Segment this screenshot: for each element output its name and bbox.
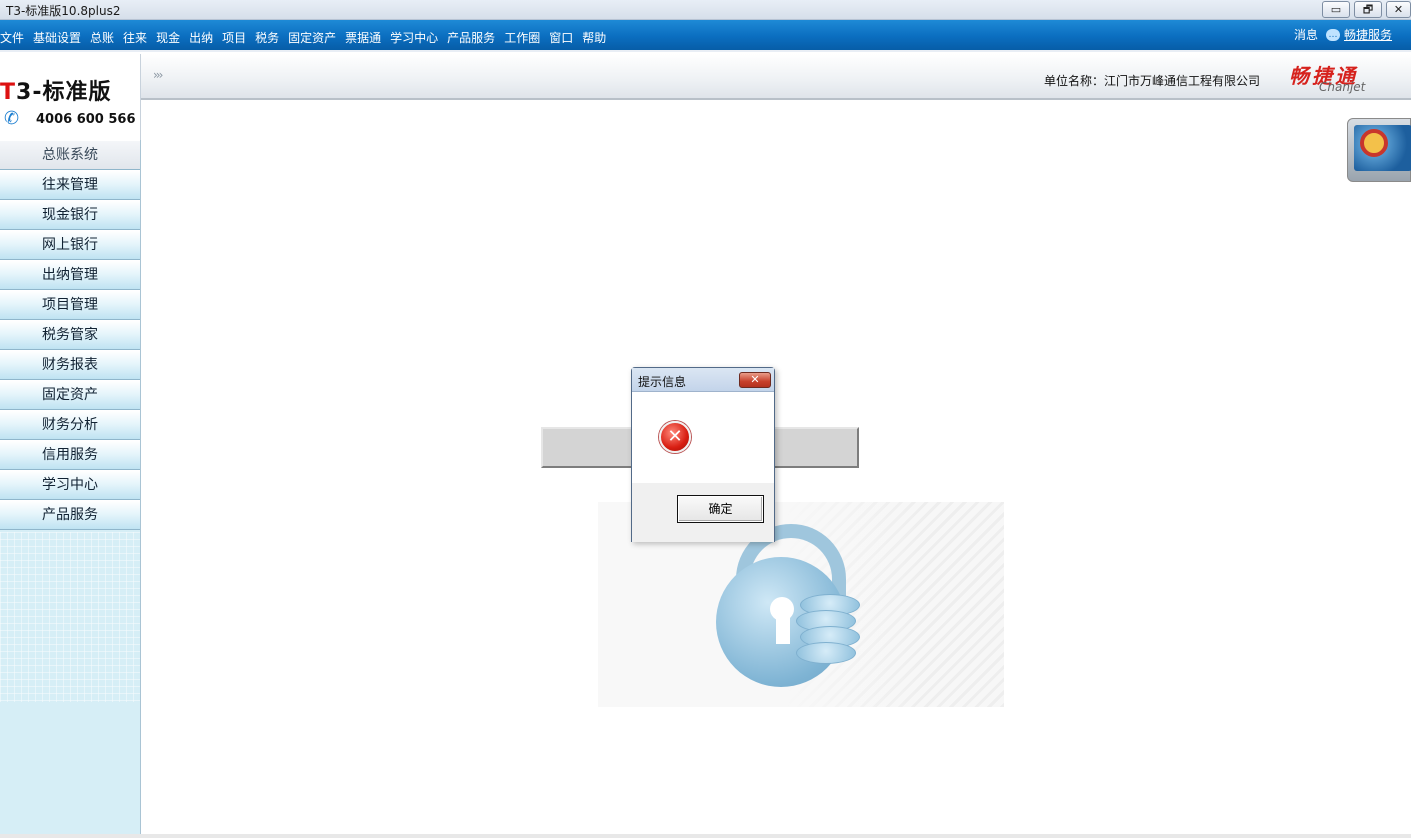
error-icon: ✕ bbox=[659, 421, 691, 453]
menu-item-invoice[interactable]: 票据通 bbox=[345, 29, 381, 46]
menu-item-help[interactable]: 帮助 bbox=[582, 29, 606, 46]
menu-item-learning[interactable]: 学习中心 bbox=[390, 29, 438, 46]
status-strip bbox=[0, 834, 1411, 838]
film-reel-icon bbox=[1360, 129, 1388, 157]
dialog-close-button[interactable]: ✕ bbox=[739, 372, 771, 388]
minimize-button[interactable]: ▭ bbox=[1322, 1, 1350, 18]
sidebar-item-project[interactable]: 项目管理 bbox=[0, 290, 140, 320]
product-logo: T3-标准版 ✆ 4006 600 566 bbox=[0, 54, 141, 140]
sidebar-item-reports[interactable]: 财务报表 bbox=[0, 350, 140, 380]
sidebar-pattern bbox=[0, 532, 140, 702]
dialog-footer: 确定 bbox=[632, 483, 774, 542]
dialog-body: ✕ bbox=[632, 393, 774, 483]
sidebar-item-analysis[interactable]: 财务分析 bbox=[0, 410, 140, 440]
sidebar-item-credit[interactable]: 信用服务 bbox=[0, 440, 140, 470]
expand-chevron-icon[interactable]: ››› bbox=[153, 68, 164, 82]
dialog-title: 提示信息 bbox=[638, 375, 687, 389]
menu-item-products[interactable]: 产品服务 bbox=[447, 29, 495, 46]
menu-item-fixed-assets[interactable]: 固定资产 bbox=[288, 29, 336, 46]
messages-link[interactable]: 消息 bbox=[1294, 26, 1318, 43]
chat-icon[interactable]: … bbox=[1326, 28, 1341, 41]
lock-keyslot bbox=[776, 614, 790, 644]
menu-item-general-ledger[interactable]: 总账 bbox=[90, 29, 114, 46]
hotline: ✆ 4006 600 566 bbox=[0, 104, 141, 140]
main-header: ››› 单位名称：江门市万峰通信工程有限公司 畅捷通 Chanjet bbox=[141, 54, 1411, 100]
menu-item-cash[interactable]: 现金 bbox=[156, 29, 180, 46]
restore-button[interactable]: 🗗 bbox=[1354, 1, 1382, 18]
module-sidebar: 总账系统 往来管理 现金银行 网上银行 出纳管理 项目管理 税务管家 财务报表 … bbox=[0, 140, 141, 834]
brand-title: T3-标准版 bbox=[0, 74, 111, 106]
menu-item-tax[interactable]: 税务 bbox=[255, 29, 279, 46]
menu-item-cashier[interactable]: 出纳 bbox=[189, 29, 213, 46]
sidebar-item-cash-bank[interactable]: 现金银行 bbox=[0, 200, 140, 230]
ok-button[interactable]: 确定 bbox=[677, 495, 764, 523]
sidebar-item-receivables[interactable]: 往来管理 bbox=[0, 170, 140, 200]
window-title: T3-标准版10.8plus2 bbox=[6, 4, 121, 18]
dialog-titlebar: 提示信息 ✕ bbox=[632, 368, 774, 392]
menu-item-basic-settings[interactable]: 基础设置 bbox=[33, 29, 81, 46]
service-link[interactable]: 畅捷服务 bbox=[1344, 26, 1392, 43]
menu-items: 文件 基础设置 总账 往来 现金 出纳 项目 税务 固定资产 票据通 学习中心 … bbox=[0, 29, 615, 46]
media-widget[interactable] bbox=[1347, 118, 1411, 182]
window-titlebar: T3-标准版10.8plus2 ▭ 🗗 ✕ bbox=[0, 0, 1411, 20]
menu-right: 消息 … 畅捷服务 bbox=[1294, 26, 1392, 43]
menu-item-receivables[interactable]: 往来 bbox=[123, 29, 147, 46]
sidebar-item-learning[interactable]: 学习中心 bbox=[0, 470, 140, 500]
menu-item-workcircle[interactable]: 工作圈 bbox=[504, 29, 540, 46]
phone-icon: ✆ bbox=[4, 108, 20, 129]
company-name: 单位名称：江门市万峰通信工程有限公司 bbox=[1044, 74, 1261, 88]
sidebar-item-online-bank[interactable]: 网上银行 bbox=[0, 230, 140, 260]
menu-bar: 文件 基础设置 总账 往来 现金 出纳 项目 税务 固定资产 票据通 学习中心 … bbox=[0, 20, 1411, 52]
sidebar-item-fixed-assets[interactable]: 固定资产 bbox=[0, 380, 140, 410]
coin-icon bbox=[796, 642, 856, 664]
menu-item-window[interactable]: 窗口 bbox=[549, 29, 573, 46]
brand-rest: 3-标准版 bbox=[16, 80, 112, 105]
sidebar-item-tax[interactable]: 税务管家 bbox=[0, 320, 140, 350]
close-window-button[interactable]: ✕ bbox=[1386, 1, 1411, 18]
menu-item-file[interactable]: 文件 bbox=[0, 29, 24, 46]
menu-item-project[interactable]: 项目 bbox=[222, 29, 246, 46]
hotline-number: 4006 600 566 bbox=[36, 112, 136, 127]
message-dialog: 提示信息 ✕ ✕ 确定 bbox=[631, 367, 775, 542]
sidebar-item-cashier[interactable]: 出纳管理 bbox=[0, 260, 140, 290]
brand-t: T bbox=[0, 80, 17, 105]
chanjet-logo-en: Chanjet bbox=[1319, 80, 1366, 94]
sidebar-item-products[interactable]: 产品服务 bbox=[0, 500, 140, 530]
sidebar-item-general-ledger[interactable]: 总账系统 bbox=[0, 140, 140, 170]
